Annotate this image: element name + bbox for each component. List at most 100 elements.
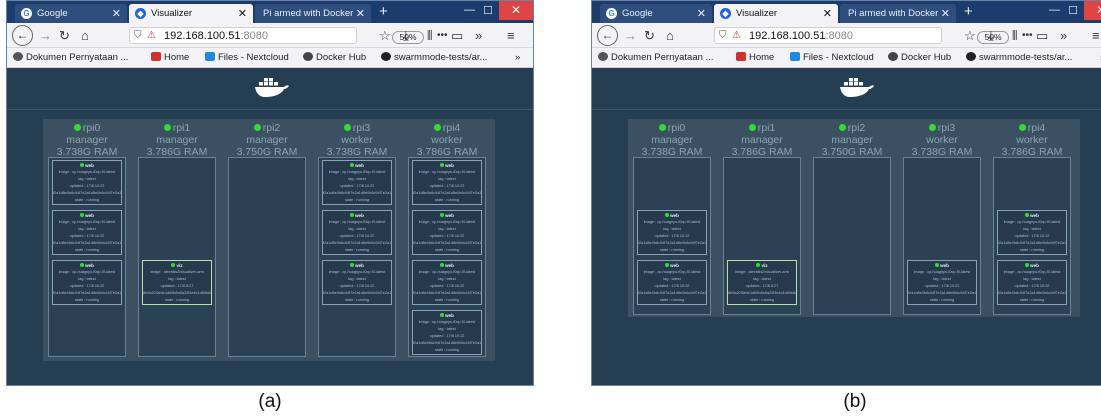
task-tag: tag : latest [78,227,96,231]
task-web-card[interactable]: web image : cp-huagnyu-f0cp-f0-latest tag … [52,210,122,255]
tab-pi-armed[interactable]: Pi armed with Docker ✕ [840,4,956,23]
github-icon [966,52,976,61]
forward-icon[interactable]: → [624,26,637,45]
overflow-icon[interactable]: » [1060,26,1067,45]
reload-icon[interactable]: ↻ [644,26,655,45]
lock-insecure-icon: ⚠ [147,30,156,41]
window-close-icon[interactable]: ✕ [1084,1,1101,20]
task-image: image : cp-huagnyu-f0cp-f0-latest [58,270,116,274]
task-tag: tag : latest [438,277,456,281]
minimize-icon[interactable]: — [464,4,475,16]
close-tab-icon[interactable]: ✕ [112,7,121,20]
overflow-icon[interactable]: » [475,26,482,45]
task-web-card[interactable]: web image : cp-huagnyu-f0cp-f0-latest tag … [997,260,1067,305]
home-icon[interactable]: ⌂ [666,26,674,45]
node-name: rpi3 [937,122,956,134]
task-id: f2a1d8e0b6c94f7e2a1d8e0b6c94f7e2a1d8 [53,241,121,245]
bookmarks-overflow-icon[interactable]: » [515,52,520,63]
tab-visualizer[interactable]: ◆ Visualizer ✕ [129,4,253,23]
task-web-card[interactable]: web image : cp-huagnyu-f0cp-f0-latest tag … [322,260,392,305]
tab-label: Google [37,8,68,19]
maximize-icon[interactable]: ☐ [1068,4,1078,17]
task-viz-card[interactable]: viz image : alexellis2/visualizer-arm tag … [727,260,797,305]
node-role: worker [1016,134,1048,146]
task-web-card[interactable]: web image : cp-huagnyu-f0cp-f0-latest tag … [412,160,482,205]
sidebar-icon[interactable]: ▭ [451,26,463,45]
task-image: image : cp-huagnyu-f0cp-f0-latest [328,220,386,224]
download-icon[interactable]: ⤓ [988,26,994,45]
bookmark-docker-hub[interactable]: Docker Hub [303,52,366,63]
node-name: rpi2 [262,122,281,134]
home-icon[interactable]: ⌂ [81,26,89,45]
url-bar[interactable]: ⛉ ⚠ 192.168.100.51:8080 50% ••• [714,27,1033,44]
task-web-card[interactable]: web image : cp-huagnyu-f0cp-f0-latest tag … [412,210,482,255]
library-icon[interactable]: ⫴ [1012,26,1017,45]
bookmark-home[interactable]: Home [151,52,189,63]
bookmark-dokumen[interactable]: Dokumen Pernyataan ... [598,52,713,63]
node-1: rpi1 manager 3.786G RAM viz image : alexelli… [723,119,801,315]
task-tag: tag : latest [348,177,366,181]
close-tab-icon[interactable]: ✕ [238,7,247,20]
task-state: state : running [74,298,100,302]
task-tag: tag : latest [168,277,186,281]
bookmarks-bar: Dokumen Pernyataan ... Home Files - Next… [592,48,1101,68]
bookmark-star-icon[interactable]: ☆ [379,26,391,45]
bookmark-swarmmode[interactable]: swarmmode-tests/ar... [966,52,1072,63]
node-3: rpi3 worker 3.738G RAM web image : cp-huagny… [903,119,981,315]
window-close-icon[interactable]: ✕ [499,1,533,20]
task-state: state : running [1019,298,1045,302]
close-tab-icon[interactable]: ✕ [356,7,365,20]
tab-google[interactable]: G Google ✕ [600,4,712,23]
task-web-card[interactable]: web image : cp-huagnyu-f0cp-f0-latest tag … [907,260,977,305]
back-icon[interactable]: ← [12,25,33,46]
bookmark-dokumen[interactable]: Dokumen Pernyataan ... [13,52,128,63]
bookmark-nextcloud[interactable]: Files - Nextcloud [790,52,874,63]
bookmark-star-icon[interactable]: ☆ [964,26,976,45]
bookmark-nextcloud[interactable]: Files - Nextcloud [205,52,289,63]
close-tab-icon[interactable]: ✕ [941,7,950,20]
menu-icon[interactable]: ≡ [1092,26,1100,45]
task-status-dot [1025,263,1030,267]
tab-visualizer[interactable]: ◆ Visualizer ✕ [714,4,838,23]
task-viz-card[interactable]: viz image : alexellis2/visualizer-arm tag … [142,260,212,305]
close-tab-icon[interactable]: ✕ [823,7,832,20]
reload-icon[interactable]: ↻ [59,26,70,45]
forward-icon[interactable]: → [39,26,52,45]
node-header: rpi3 worker 3.738G RAM [903,119,981,158]
sidebar-icon[interactable]: ▭ [1036,26,1048,45]
more-icon[interactable]: ••• [437,28,448,43]
task-web-card[interactable]: web image : cp-huagnyu-f0cp-f0-latest tag … [997,210,1067,255]
menu-icon[interactable]: ≡ [507,26,515,45]
new-tab-icon[interactable]: + [379,3,388,20]
browser-window: G Google ✕ ◆ Visualizer ✕ Pi armed with … [591,0,1101,386]
maximize-icon[interactable]: ☐ [483,4,493,17]
task-name-text: web [670,213,679,218]
bookmark-swarmmode[interactable]: swarmmode-tests/ar... [381,52,487,63]
task-image: image : cp-huagnyu-f0cp-f0-latest [328,270,386,274]
library-icon[interactable]: ⫴ [427,26,432,45]
url-bar[interactable]: ⛉ ⚠ 192.168.100.51:8080 50% ••• [129,27,448,44]
bookmark-docker-hub[interactable]: Docker Hub [888,52,951,63]
bookmark-home[interactable]: Home [736,52,774,63]
task-status-dot [350,263,355,267]
tab-label: Visualizer [736,8,778,19]
task-web-card[interactable]: web image : cp-huagnyu-f0cp-f0-latest tag … [412,310,482,355]
task-web-card[interactable]: web image : cp-huagnyu-f0cp-f0-latest tag … [52,160,122,205]
tab-pi-armed[interactable]: Pi armed with Docker ✕ [255,4,371,23]
minimize-icon[interactable]: — [1049,4,1060,16]
download-icon[interactable]: ⤓ [403,26,409,45]
close-tab-icon[interactable]: ✕ [697,7,706,20]
nextcloud-icon [205,52,215,61]
task-web-card[interactable]: web image : cp-huagnyu-f0cp-f0-latest tag … [52,260,122,305]
more-icon[interactable]: ••• [1022,28,1033,43]
new-tab-icon[interactable]: + [964,3,973,20]
task-web-card[interactable]: web image : cp-huagnyu-f0cp-f0-latest tag … [637,210,707,255]
task-web-card[interactable]: web image : cp-huagnyu-f0cp-f0-latest tag … [637,260,707,305]
task-web-card[interactable]: web image : cp-huagnyu-f0cp-f0-latest tag … [412,260,482,305]
back-icon[interactable]: ← [597,25,618,46]
task-web-card[interactable]: web image : cp-huagnyu-f0cp-f0-latest tag … [322,160,392,205]
task-updated: updated : 17/8 10:22 [69,234,105,238]
node-task-column: web image : cp-huagnyu-f0cp-f0-latest tag … [48,157,126,357]
task-web-card[interactable]: web image : cp-huagnyu-f0cp-f0-latest tag … [322,210,392,255]
tab-google[interactable]: G Google ✕ [15,4,127,23]
